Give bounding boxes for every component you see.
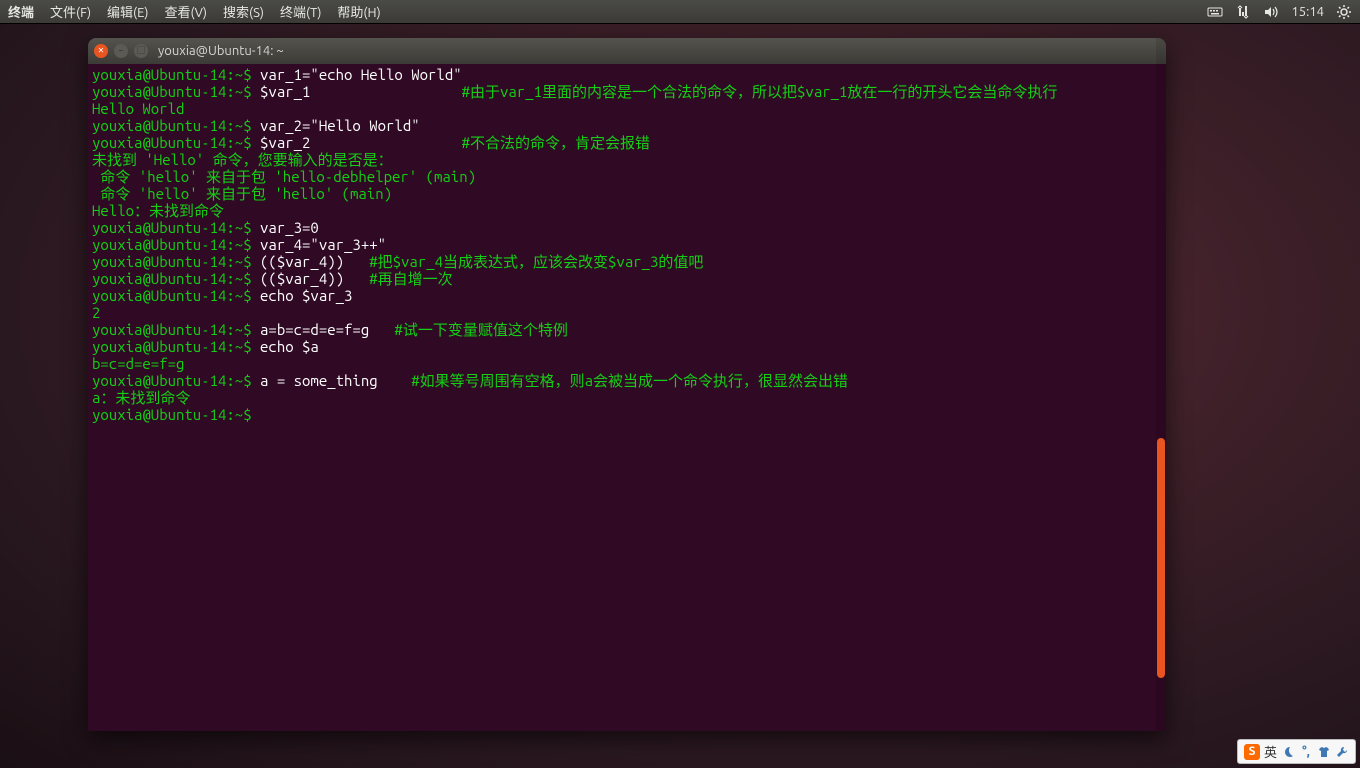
- wrench-icon[interactable]: [1335, 745, 1349, 759]
- system-tray: 15:14: [1207, 4, 1352, 20]
- terminal-line: youxia@Ubuntu-14:~$ echo $a: [92, 338, 1162, 355]
- scrollbar[interactable]: [1156, 38, 1166, 731]
- close-button[interactable]: ✕: [94, 44, 108, 58]
- terminal-line: youxia@Ubuntu-14:~$ (($var_4)) #把$var_4当…: [92, 253, 1162, 270]
- terminal-line: youxia@Ubuntu-14:~$ echo $var_3: [92, 287, 1162, 304]
- app-name: 终端: [8, 2, 34, 21]
- window-titlebar[interactable]: ✕ – ▢ youxia@Ubuntu-14: ~: [88, 38, 1166, 64]
- menu-search[interactable]: 搜索(S): [223, 2, 264, 21]
- menu-terminal[interactable]: 终端(T): [280, 2, 321, 21]
- window-title: youxia@Ubuntu-14: ~: [158, 44, 284, 58]
- terminal-line: 未找到 'Hello' 命令，您要输入的是否是：: [92, 151, 1162, 168]
- terminal-line: youxia@Ubuntu-14:~$ a = some_thing #如果等号…: [92, 372, 1162, 389]
- terminal-line: 命令 'hello' 来自于包 'hello-debhelper' (main): [92, 168, 1162, 185]
- sogou-icon: S: [1244, 744, 1260, 760]
- sound-icon[interactable]: [1263, 4, 1279, 20]
- terminal-body[interactable]: youxia@Ubuntu-14:~$ var_1="echo Hello Wo…: [88, 64, 1166, 731]
- minimize-button[interactable]: –: [114, 44, 128, 58]
- terminal-line: b=c=d=e=f=g: [92, 355, 1162, 372]
- terminal-line: youxia@Ubuntu-14:~$ var_3=0: [92, 219, 1162, 236]
- terminal-line: 命令 'hello' 来自于包 'hello' (main): [92, 185, 1162, 202]
- window-controls: ✕ – ▢: [94, 44, 148, 58]
- terminal-line: youxia@Ubuntu-14:~$ $var_2 #不合法的命令，肯定会报错: [92, 134, 1162, 151]
- scrollbar-thumb[interactable]: [1157, 438, 1165, 678]
- terminal-window: ✕ – ▢ youxia@Ubuntu-14: ~ youxia@Ubuntu-…: [88, 38, 1166, 731]
- terminal-line: Hello World: [92, 100, 1162, 117]
- terminal-line: youxia@Ubuntu-14:~$ a=b=c=d=e=f=g #试一下变量…: [92, 321, 1162, 338]
- menu-file[interactable]: 文件(F): [50, 2, 91, 21]
- terminal-line: youxia@Ubuntu-14:~$ (($var_4)) #再自增一次: [92, 270, 1162, 287]
- menu-help[interactable]: 帮助(H): [337, 2, 380, 21]
- system-menu-bar: 终端 文件(F) 编辑(E) 查看(V) 搜索(S) 终端(T) 帮助(H) 1…: [0, 0, 1360, 24]
- terminal-line: youxia@Ubuntu-14:~$ $var_1 #由于var_1里面的内容…: [92, 83, 1162, 100]
- ime-language-label: 英: [1264, 742, 1277, 761]
- keyboard-icon[interactable]: [1207, 4, 1223, 20]
- maximize-button[interactable]: ▢: [134, 44, 148, 58]
- terminal-line: a：未找到命令: [92, 389, 1162, 406]
- network-icon[interactable]: [1235, 4, 1251, 20]
- terminal-line: youxia@Ubuntu-14:~$ var_2="Hello World": [92, 117, 1162, 134]
- terminal-line: youxia@Ubuntu-14:~$ var_1="echo Hello Wo…: [92, 66, 1162, 83]
- shirt-icon[interactable]: [1317, 745, 1331, 759]
- terminal-line: youxia@Ubuntu-14:~$ var_4="var_3++": [92, 236, 1162, 253]
- terminal-line: 2: [92, 304, 1162, 321]
- menu-view[interactable]: 查看(V): [165, 2, 207, 21]
- terminal-line: Hello：未找到命令: [92, 202, 1162, 219]
- ime-tray[interactable]: S 英 °,: [1237, 739, 1356, 764]
- terminal-line: youxia@Ubuntu-14:~$: [92, 406, 1162, 423]
- punctuation-icon[interactable]: °,: [1299, 745, 1313, 759]
- clock[interactable]: 15:14: [1291, 5, 1324, 19]
- gear-icon[interactable]: [1336, 4, 1352, 20]
- menu-edit[interactable]: 编辑(E): [107, 2, 148, 21]
- moon-icon[interactable]: [1281, 745, 1295, 759]
